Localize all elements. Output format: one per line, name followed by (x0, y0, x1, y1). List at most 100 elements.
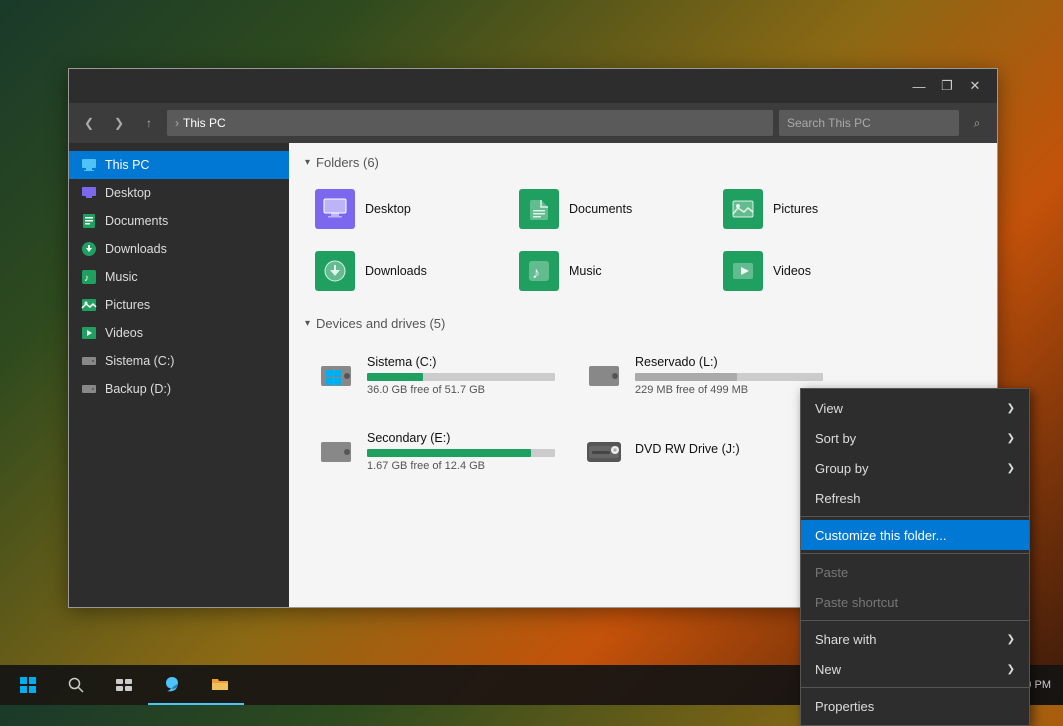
folder-videos[interactable]: Videos (713, 242, 913, 300)
folder-music[interactable]: ♪ Music (509, 242, 709, 300)
ctx-new-arrow: ❯ (1007, 664, 1015, 675)
up-button[interactable]: ↑ (137, 111, 161, 135)
ctx-customize-label: Customize this folder... (815, 528, 947, 543)
ctx-refresh[interactable]: Refresh (801, 483, 1029, 513)
sidebar-item-videos[interactable]: Videos (69, 319, 289, 347)
drive-secondary-e[interactable]: Secondary (E:) 1.67 GB free of 12.4 GB (305, 417, 565, 485)
address-path[interactable]: › This PC (167, 110, 773, 136)
drive-info-sistema: Sistema (C:) 36.0 GB free of 51.7 GB (367, 355, 555, 396)
ctx-group-label: Group by (815, 461, 868, 476)
ctx-sep4 (801, 687, 1029, 688)
folder-downloads[interactable]: Downloads (305, 242, 505, 300)
ctx-view[interactable]: View ❯ (801, 393, 1029, 423)
drive-name-dvd: DVD RW Drive (J:) (635, 442, 823, 456)
ctx-sep2 (801, 553, 1029, 554)
search-taskbar-button[interactable] (52, 665, 100, 705)
ctx-view-arrow: ❯ (1007, 403, 1015, 414)
edge-taskbar-app[interactable] (148, 665, 196, 705)
close-button[interactable]: ✕ (961, 72, 989, 100)
folder-label-music: Music (569, 264, 602, 278)
folders-section-header[interactable]: ▾ Folders (6) (305, 155, 981, 170)
ctx-paste-shortcut: Paste shortcut (801, 587, 1029, 617)
sidebar-item-pictures[interactable]: Pictures (69, 291, 289, 319)
sidebar-label-documents: Documents (105, 214, 168, 228)
sidebar-label-backup: Backup (D:) (105, 382, 171, 396)
sidebar-item-thispc[interactable]: This PC (69, 151, 289, 179)
folder-desktop[interactable]: Desktop (305, 180, 505, 238)
ctx-properties-label: Properties (815, 699, 874, 714)
drive-bar-fill-sistema (367, 373, 423, 381)
drive-bar-bg-reservado (635, 373, 823, 381)
ctx-properties[interactable]: Properties (801, 691, 1029, 721)
folders-grid: Desktop Documents Pictures (305, 180, 981, 300)
drive-c-icon (81, 353, 97, 369)
ctx-share-arrow: ❯ (1007, 634, 1015, 645)
drive-info-dvd: DVD RW Drive (J:) (635, 442, 823, 460)
drive-size-sistema: 36.0 GB free of 51.7 GB (367, 384, 555, 396)
ctx-paste-label: Paste (815, 565, 848, 580)
ctx-customize[interactable]: Customize this folder... (801, 520, 1029, 550)
search-placeholder: Search This PC (787, 116, 871, 130)
ctx-sort-label: Sort by (815, 431, 856, 446)
path-thispc: This PC (183, 116, 226, 130)
addressbar: ❮ ❯ ↑ › This PC Search This PC ⌕ (69, 103, 997, 143)
drive-info-reservado: Reservado (L:) 229 MB free of 499 MB (635, 355, 823, 396)
sidebar-item-backup[interactable]: Backup (D:) (69, 375, 289, 403)
folder-pictures[interactable]: Pictures (713, 180, 913, 238)
back-button[interactable]: ❮ (77, 111, 101, 135)
sidebar-label-videos: Videos (105, 326, 143, 340)
maximize-button[interactable]: ❐ (933, 72, 961, 100)
videos-folder-icon (723, 251, 763, 291)
sidebar-label-desktop: Desktop (105, 186, 151, 200)
ctx-new[interactable]: New ❯ (801, 654, 1029, 684)
path-separator: › (175, 116, 179, 130)
ctx-new-label: New (815, 662, 841, 677)
ctx-paste-shortcut-label: Paste shortcut (815, 595, 898, 610)
explorer-taskbar-app[interactable] (196, 665, 244, 705)
task-view-button[interactable] (100, 665, 148, 705)
drive-name-sistema: Sistema (C:) (367, 355, 555, 369)
search-box[interactable]: Search This PC (779, 110, 959, 136)
sidebar-label-thispc: This PC (105, 158, 149, 172)
sidebar-item-sistema[interactable]: Sistema (C:) (69, 347, 289, 375)
ctx-sep1 (801, 516, 1029, 517)
forward-button[interactable]: ❯ (107, 111, 131, 135)
documents-icon (81, 213, 97, 229)
ctx-group-by[interactable]: Group by ❯ (801, 453, 1029, 483)
ctx-sort-by[interactable]: Sort by ❯ (801, 423, 1029, 453)
folder-label-desktop: Desktop (365, 202, 411, 216)
drive-size-reservado: 229 MB free of 499 MB (635, 384, 823, 396)
sidebar-item-desktop[interactable]: Desktop (69, 179, 289, 207)
desktop-icon (81, 185, 97, 201)
drive-sistema-c[interactable]: Sistema (C:) 36.0 GB free of 51.7 GB (305, 341, 565, 409)
folder-label-downloads: Downloads (365, 264, 427, 278)
drive-bar-fill-secondary (367, 449, 531, 457)
drives-section-header[interactable]: ▾ Devices and drives (5) (305, 316, 981, 331)
drives-section-label: Devices and drives (5) (316, 316, 445, 331)
ctx-paste: Paste (801, 557, 1029, 587)
start-button[interactable] (4, 665, 52, 705)
computer-icon (81, 157, 97, 173)
folders-chevron-icon: ▾ (305, 157, 310, 168)
folder-documents[interactable]: Documents (509, 180, 709, 238)
folder-label-documents: Documents (569, 202, 632, 216)
drive-bar-bg-sistema (367, 373, 555, 381)
drive-size-secondary: 1.67 GB free of 12.4 GB (367, 460, 555, 472)
drive-l-icon (583, 354, 625, 396)
desktop-folder-icon (315, 189, 355, 229)
minimize-button[interactable]: — (905, 72, 933, 100)
drive-bar-bg-secondary (367, 449, 555, 457)
sidebar-label-downloads: Downloads (105, 242, 167, 256)
drive-dvd-j[interactable]: DVD RW Drive (J:) (573, 417, 833, 485)
pictures-icon (81, 297, 97, 313)
sidebar-item-documents[interactable]: Documents (69, 207, 289, 235)
ctx-share-with[interactable]: Share with ❯ (801, 624, 1029, 654)
search-icon[interactable]: ⌕ (965, 111, 989, 135)
drive-bar-fill-reservado (635, 373, 737, 381)
ctx-sort-arrow: ❯ (1007, 433, 1015, 444)
sidebar-item-downloads[interactable]: Downloads (69, 235, 289, 263)
drive-reservado-l[interactable]: Reservado (L:) 229 MB free of 499 MB (573, 341, 833, 409)
sidebar-item-music[interactable]: ♪ Music (69, 263, 289, 291)
context-menu: View ❯ Sort by ❯ Group by ❯ Refresh Cust… (800, 388, 1030, 726)
drive-info-secondary: Secondary (E:) 1.67 GB free of 12.4 GB (367, 431, 555, 472)
